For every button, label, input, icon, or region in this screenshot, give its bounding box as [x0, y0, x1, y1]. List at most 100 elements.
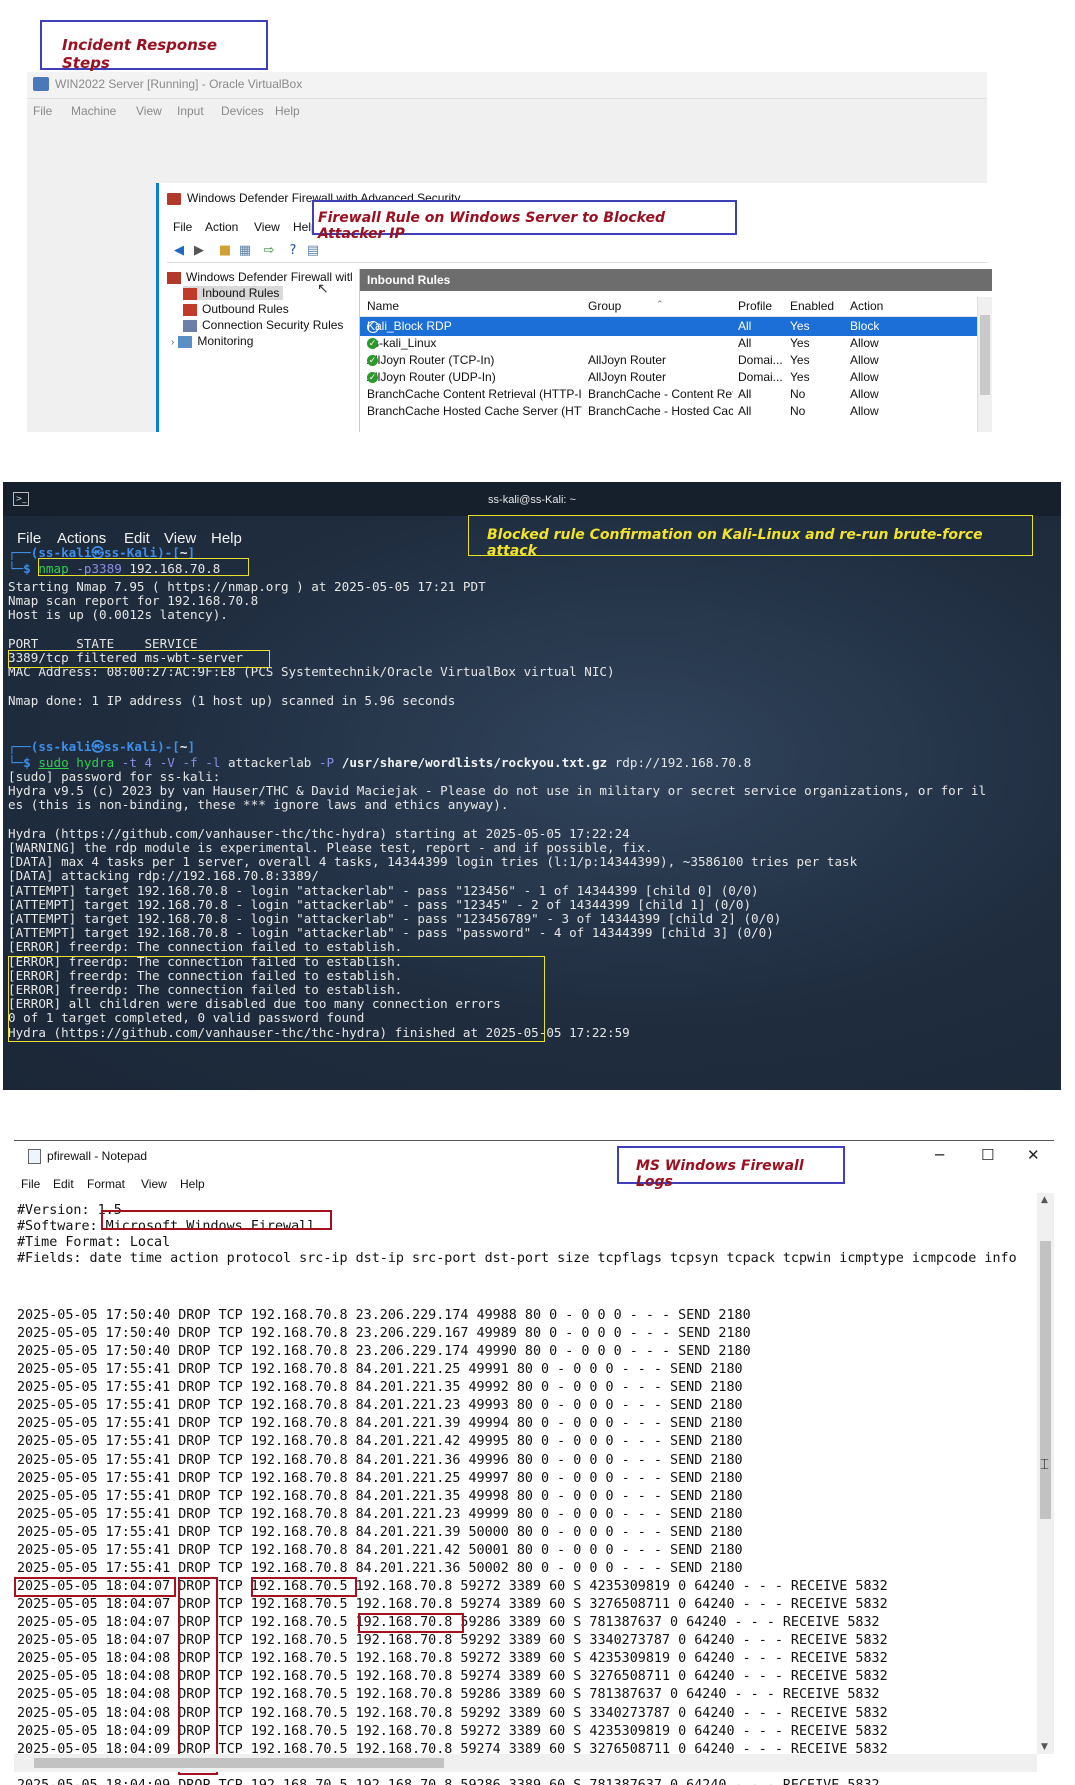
log-entry-line: 2025-05-05 17:55:41 DROP TCP 192.168.70.…	[17, 1506, 743, 1522]
vbox-menu-machine[interactable]: Machine	[71, 104, 116, 118]
terminal-title: ss-kali@ss-Kali: ~	[488, 494, 576, 506]
vbox-menu-view[interactable]: View	[136, 104, 162, 118]
rule-profile: All	[738, 336, 752, 350]
scrollbar-thumb[interactable]	[1040, 1241, 1051, 1519]
scrollbar-thumb[interactable]	[34, 1758, 444, 1768]
help-icon[interactable]: ?	[285, 243, 301, 259]
log-entry-line: 2025-05-05 18:04:08 DROP TCP 192.168.70.…	[17, 1705, 888, 1721]
notepad-icon	[28, 1149, 41, 1165]
rule-enabled: No	[790, 387, 806, 401]
incident-response-heading: Incident Response Steps	[62, 36, 218, 72]
np-menu-format[interactable]: Format	[87, 1177, 125, 1191]
rules-vertical-scrollbar[interactable]	[977, 297, 992, 432]
rule-name-cell: BranchCache Content Retrieval (HTTP-In)	[367, 387, 582, 401]
np-menu-edit[interactable]: Edit	[53, 1177, 74, 1191]
maximize-icon[interactable]: ☐	[981, 1146, 994, 1164]
software-highlight	[101, 1210, 332, 1230]
column-group[interactable]: Group	[588, 299, 621, 313]
np-menu-help[interactable]: Help	[180, 1177, 205, 1191]
rule-name-cell: ✓ AllJoyn Router (UDP-In)	[367, 370, 496, 384]
np-menu-file[interactable]: File	[21, 1177, 40, 1191]
enabled-check-icon: ✓	[367, 355, 378, 366]
firewall-icon	[167, 192, 181, 205]
rule-action: Allow	[850, 370, 879, 384]
mmc-menu-file[interactable]: File	[173, 220, 192, 234]
log-entry-line: 2025-05-05 18:04:07 DROP TCP 192.168.70.…	[17, 1633, 888, 1649]
rule-name-cell: ✓ ss-kali_Linux	[367, 336, 436, 350]
export-list-icon[interactable]: ⇨	[261, 243, 277, 259]
rule-action: Allow	[850, 387, 879, 401]
rule-name: BranchCache Content Retrieval (HTTP-In)	[367, 387, 582, 401]
rule-name: AllJoyn Router (TCP-In)	[367, 353, 495, 367]
rule-enabled: No	[790, 404, 806, 418]
rule-profile: All	[738, 387, 752, 401]
cmd-hydra-wordlist: /usr/share/wordlists/rockyou.txt.gz	[341, 755, 608, 770]
column-name[interactable]: Name	[367, 299, 399, 313]
back-arrow-icon[interactable]: ◀	[171, 243, 187, 259]
rule-enabled: Yes	[790, 336, 810, 350]
vbox-menu-help[interactable]: Help	[275, 104, 300, 118]
rule-profile: All	[738, 319, 752, 333]
rule-row[interactable]: BranchCache Hosted Cache Server (HTTP...…	[360, 402, 978, 421]
rules-pane-title: Inbound Rules	[367, 273, 451, 287]
log-entry-line: 2025-05-05 18:04:07 DROP TCP 192.168.70.…	[17, 1597, 888, 1613]
log-entry-line: 2025-05-05 17:50:40 DROP TCP 192.168.70.…	[17, 1344, 751, 1360]
rule-name: Kali_Block RDP	[367, 319, 452, 333]
column-profile[interactable]: Profile	[738, 299, 772, 313]
log-entry-line: 2025-05-05 18:04:08 DROP TCP 192.168.70.…	[17, 1669, 888, 1685]
rule-action: Allow	[850, 353, 879, 367]
log-entry-line: 2025-05-05 17:50:40 DROP TCP 192.168.70.…	[17, 1326, 751, 1342]
mmc-menu-view[interactable]: View	[254, 220, 280, 234]
nmap-output-line: Nmap done: 1 IP address (1 host up) scan…	[8, 692, 456, 708]
tree-item-outbound-rules[interactable]: Outbound Rules	[183, 302, 289, 316]
log-header-line: #Fields: date time action protocol src-i…	[17, 1251, 1017, 1266]
minimize-icon[interactable]: ─	[935, 1146, 944, 1164]
chevron-right-icon[interactable]: ›	[171, 337, 174, 348]
vbox-menu-file[interactable]: File	[33, 104, 52, 118]
victim-ip-highlight	[358, 1613, 464, 1633]
terminal-titlebar: >_ ss-kali@ss-Kali: ~	[3, 482, 1061, 516]
vbox-menu-input[interactable]: Input	[177, 104, 204, 118]
mmc-navigation-tree: Windows Defender Firewall witl Inbound R…	[167, 268, 353, 428]
close-icon[interactable]: ✕	[1027, 1146, 1040, 1164]
first-drop-time-highlight	[14, 1577, 176, 1597]
block-icon	[367, 321, 379, 333]
mmc-menu-action[interactable]: Action	[205, 220, 238, 234]
term-menu-help[interactable]: Help	[211, 530, 242, 547]
rules-table-header: Name Group ⌃ Profile Enabled Action	[360, 297, 978, 317]
forward-arrow-icon[interactable]: ▶	[191, 243, 207, 259]
enabled-check-icon: ✓	[367, 372, 378, 383]
scroll-down-icon[interactable]: ▼	[1041, 1742, 1048, 1752]
rule-profile: Domai...	[738, 370, 783, 384]
column-enabled[interactable]: Enabled	[790, 299, 834, 313]
notepad-horizontal-scrollbar[interactable]	[14, 1754, 1037, 1772]
vbox-menu-devices[interactable]: Devices	[221, 104, 264, 118]
log-entry-line: 2025-05-05 18:04:08 DROP TCP 192.168.70.…	[17, 1651, 888, 1667]
cmd-hydra-user: attackerlab	[227, 755, 312, 770]
np-menu-view[interactable]: View	[141, 1177, 167, 1191]
up-folder-icon[interactable]: ■	[217, 243, 233, 259]
incident-response-heading-box: Incident Response Steps	[40, 20, 268, 72]
nmap-command-highlight	[38, 558, 249, 576]
scrollbar-thumb[interactable]	[980, 315, 990, 395]
log-entry-line: 2025-05-05 17:55:41 DROP TCP 192.168.70.…	[17, 1416, 743, 1432]
rule-name-cell: BranchCache Hosted Cache Server (HTTP...	[367, 404, 582, 418]
rules-pane-header: Inbound Rules	[360, 269, 992, 291]
scroll-up-icon[interactable]: ▲	[1041, 1195, 1048, 1205]
notepad-top-border	[14, 1140, 1054, 1141]
tree-item-inbound-rules[interactable]: Inbound Rules	[183, 286, 284, 300]
rule-action: Block	[850, 319, 880, 333]
tree-item-connection-security[interactable]: Connection Security Rules	[183, 318, 343, 332]
rule-group: AllJoyn Router	[588, 370, 667, 384]
sort-arrow-icon: ⌃	[656, 299, 664, 309]
tree-item-monitoring[interactable]: › Monitoring	[171, 334, 253, 348]
column-action[interactable]: Action	[850, 299, 883, 313]
show-hide-tree-icon[interactable]: ▦	[237, 243, 253, 259]
mmc-toolbar: ◀ ▶ ■ ▦ ⇨ ? ▤	[167, 240, 987, 263]
virtualbox-icon	[33, 77, 49, 91]
properties-icon[interactable]: ▤	[305, 243, 321, 259]
notepad-vertical-scrollbar[interactable]: ▲ ▼	[1037, 1193, 1054, 1754]
firewall-logs-callout: MS Windows Firewall Logs	[617, 1146, 845, 1190]
tree-label: Monitoring	[197, 334, 254, 348]
prompt-line: ┌──(ss-kali㉿ss-Kali)-[~]	[8, 739, 196, 754]
